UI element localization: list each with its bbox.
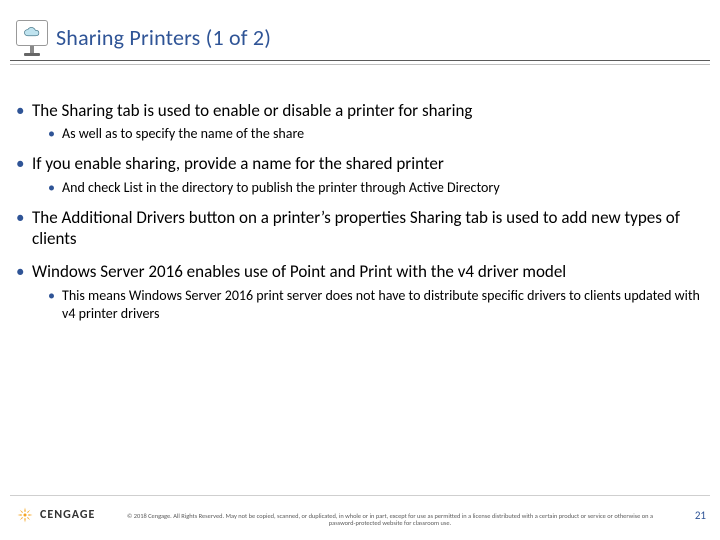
slide-title: Sharing Printers (1 of 2) [56, 24, 271, 51]
sub-bullet-text: And check List in the directory to publi… [62, 179, 500, 196]
page-number: 21 [695, 509, 706, 522]
sub-bullet-item: As well as to specify the name of the sh… [32, 125, 706, 143]
cloud-monitor-icon [16, 20, 48, 46]
sub-bullet-text: This means Windows Server 2016 print ser… [62, 287, 700, 322]
bullet-text: Windows Server 2016 enables use of Point… [32, 261, 566, 282]
bullet-item: Windows Server 2016 enables use of Point… [14, 261, 706, 323]
bullet-text: The Additional Drivers button on a print… [32, 207, 680, 249]
copyright-text: © 2018 Cengage. All Rights Reserved. May… [120, 513, 660, 528]
bullet-text: If you enable sharing, provide a name fo… [32, 153, 444, 174]
sub-bullet-item: This means Windows Server 2016 print ser… [32, 287, 706, 323]
monitor-stand-icon [22, 46, 42, 56]
footer-rule [10, 495, 710, 496]
brand-name: CENGAGE [40, 508, 95, 522]
brand-logo: CENGAGE [16, 506, 95, 524]
bullet-text: The Sharing tab is used to enable or dis… [32, 100, 472, 121]
title-rule [10, 60, 710, 61]
sub-bullet-text: As well as to specify the name of the sh… [62, 125, 304, 142]
bullet-item: The Sharing tab is used to enable or dis… [14, 100, 706, 143]
bullet-item: The Additional Drivers button on a print… [14, 207, 706, 256]
title-rule-shadow [10, 64, 710, 65]
bullet-item: If you enable sharing, provide a name fo… [14, 153, 706, 196]
slide-header: Sharing Printers (1 of 2) [0, 0, 720, 14]
slide-body: The Sharing tab is used to enable or dis… [14, 100, 706, 333]
starburst-icon [16, 506, 34, 524]
sub-bullet-item: And check List in the directory to publi… [32, 179, 706, 197]
